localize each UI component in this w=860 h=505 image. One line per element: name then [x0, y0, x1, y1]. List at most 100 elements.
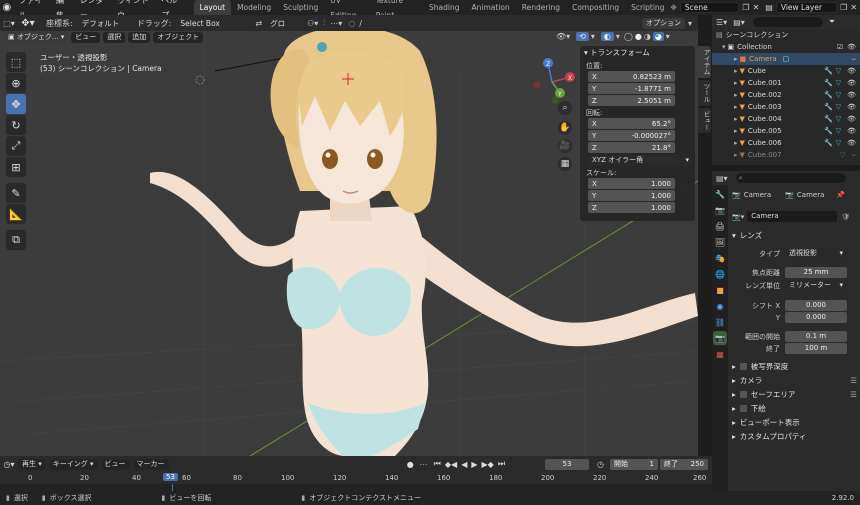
texture-tab-icon[interactable]: ▦ — [713, 347, 727, 361]
tab-layout[interactable]: Layout — [193, 0, 232, 15]
filter-icon[interactable]: ⏷ — [829, 17, 835, 27]
current-frame-marker[interactable]: 53 — [163, 473, 178, 481]
viewport-display-panel-header[interactable]: ▸ ビューポート表示 — [732, 417, 800, 428]
expand-icon[interactable]: ▸ — [734, 55, 738, 63]
location-x-field[interactable]: X 0.82523 m — [588, 71, 675, 82]
menu-add[interactable]: 追加 — [128, 32, 151, 43]
frame-start-field[interactable]: 開始 1 — [610, 458, 658, 470]
outliner-item-cube-007[interactable]: ▸ ▼ Cube.007 ▽ ⌣ — [712, 149, 860, 161]
eye-icon[interactable]: 👁 — [847, 127, 856, 135]
scale-x-field[interactable]: X 1.000 — [588, 178, 675, 189]
physics-tab-icon[interactable]: ◉ — [713, 299, 727, 313]
expand-icon[interactable]: ▸ — [734, 91, 738, 99]
xray-icon[interactable]: ▾ — [616, 32, 620, 41]
pan-hand-icon[interactable]: ✋ — [558, 121, 572, 135]
scale-z-field[interactable]: Z 1.000 — [588, 202, 675, 213]
eye-icon[interactable]: 👁 — [847, 67, 856, 75]
tab-modeling[interactable]: Modeling — [231, 0, 277, 15]
pin-icon[interactable]: 📌 — [836, 191, 845, 199]
expand-icon[interactable]: ▸ — [734, 103, 738, 111]
background-images-checkbox[interactable] — [739, 405, 747, 412]
menu-playback[interactable]: 再生 ▾ — [18, 458, 46, 470]
outliner-search[interactable] — [752, 17, 823, 27]
jump-end-icon[interactable]: ⏭ — [498, 459, 505, 469]
scene-tab-icon[interactable]: 🎭 — [713, 251, 727, 265]
rotation-x-field[interactable]: X 65.2° — [588, 118, 675, 129]
measure-tool-icon[interactable]: 📐 — [6, 204, 26, 224]
outliner-item-cube-006[interactable]: ▸ ▼ Cube.006 🔧 ▽ 👁 — [712, 137, 860, 149]
copy-layer-icon[interactable]: ❐ — [840, 3, 847, 12]
orientation-select[interactable]: グロー... — [265, 17, 304, 38]
menu-object[interactable]: オブジェクト — [153, 32, 204, 43]
tab-animation[interactable]: Animation — [466, 0, 516, 15]
clip-start-field[interactable]: 0.1 m — [785, 331, 847, 342]
expand-icon[interactable]: ▸ — [734, 115, 738, 123]
tab-view[interactable]: ビュー — [698, 107, 711, 133]
camera-browse-icon[interactable]: 📷▾ — [732, 213, 744, 221]
coord-select[interactable]: デフォルト — [76, 17, 131, 29]
fake-user-icon[interactable]: 🛡 — [841, 213, 850, 221]
shading-options-icon[interactable]: ▾ — [666, 32, 670, 41]
timeline-editor-icon[interactable]: ◷▾ — [0, 460, 18, 469]
world-tab-icon[interactable]: 🌐 — [713, 267, 727, 281]
scene-collection-row[interactable]: ▤ シーンコレクション — [712, 29, 860, 41]
perspective-toggle-icon[interactable]: ▦ — [558, 157, 572, 171]
overlay-icon[interactable]: ▾ — [591, 32, 595, 41]
expand-icon[interactable]: ▸ — [734, 67, 738, 75]
options-button[interactable]: オプション — [641, 17, 685, 29]
annotate-tool-icon[interactable]: ✎ — [6, 183, 26, 203]
tab-compositing[interactable]: Compositing — [566, 0, 625, 15]
type-select[interactable]: 透視投影 ▾ — [785, 248, 847, 259]
visibility-icon[interactable]: 👁▾ — [556, 32, 570, 41]
outliner-item-cube-005[interactable]: ▸ ▼ Cube.005 🔧 ▽ 👁 — [712, 125, 860, 137]
prev-keyframe-icon[interactable]: ◆◀ — [445, 460, 457, 469]
autokey-options-icon[interactable]: ⋯ — [420, 460, 428, 469]
proportional-falloff-icon[interactable]: ∕ — [359, 19, 362, 28]
location-z-field[interactable]: Z 2.5051 m — [588, 95, 675, 106]
close-scene-icon[interactable]: ✕ — [753, 3, 760, 12]
3d-viewport[interactable]: ユーザー・透視投影 (53) シーンコレクション | Camera ▣ オブジェ… — [0, 31, 698, 456]
overlays-toggle-icon[interactable]: ◐ — [600, 32, 614, 41]
expand-icon[interactable]: ▾ — [722, 43, 726, 51]
select-box-tool-icon[interactable]: ⬚ — [6, 52, 26, 72]
play-reverse-icon[interactable]: ◀ — [461, 460, 467, 469]
outliner-item-cube-001[interactable]: ▸ ▼ Cube.001 🔧 ▽ 👁 — [712, 77, 860, 89]
camera-view-icon[interactable]: 🎥 — [558, 139, 572, 153]
collection-row[interactable]: ▾ ▣ Collection ☑ 👁 — [712, 41, 860, 53]
constraint-tab-icon[interactable]: ⛓ — [713, 315, 727, 329]
eye-icon[interactable]: 👁 — [847, 79, 856, 87]
camera-data-tab-icon[interactable]: 📷 — [713, 331, 727, 345]
rotation-y-field[interactable]: Y -0.000027° — [588, 130, 675, 141]
move-tool-icon[interactable]: ✥ — [6, 94, 26, 114]
properties-type-icon[interactable]: ▤▾ — [716, 174, 728, 183]
close-layer-icon[interactable]: ✕ — [850, 3, 857, 12]
transform-icon[interactable]: ✥▾ — [18, 18, 38, 29]
rotation-mode-select[interactable]: XYZ オイラー角 ▾ — [588, 155, 693, 166]
expand-icon[interactable]: ▸ — [734, 151, 738, 159]
expand-icon[interactable]: ▸ — [734, 79, 738, 87]
outliner-type-icon[interactable]: ☰▾ — [716, 18, 727, 27]
lens-panel-header[interactable]: ▾ レンズ — [732, 230, 762, 241]
object-tab-icon[interactable]: ■ — [713, 283, 727, 297]
dof-checkbox[interactable] — [739, 363, 747, 370]
link-icon[interactable]: ⚇▾ — [307, 19, 318, 28]
checkbox-icon[interactable]: ☑ — [837, 43, 843, 51]
snap-target-icon[interactable]: ⋯▾ — [330, 19, 342, 28]
next-keyframe-icon[interactable]: ▶◆ — [482, 460, 494, 469]
play-icon[interactable]: ▶ — [471, 460, 477, 469]
eye-icon[interactable]: ⌣ — [851, 151, 856, 160]
outliner-item-cube-003[interactable]: ▸ ▼ Cube.003 🔧 ▽ 👁 — [712, 101, 860, 113]
snap-icon[interactable]: ⫶ — [323, 18, 325, 28]
menu-select[interactable]: 選択 — [103, 32, 126, 43]
expand-icon[interactable]: ▸ — [734, 139, 738, 147]
navigation-gizmo[interactable]: X Z Y — [525, 55, 580, 110]
tab-shading[interactable]: Shading — [423, 0, 465, 15]
list-menu-icon[interactable]: ☰ — [850, 390, 857, 399]
outliner-item-cube-002[interactable]: ▸ ▼ Cube.002 🔧 ▽ 👁 — [712, 89, 860, 101]
wireframe-shading-icon[interactable]: ◯ — [624, 32, 633, 41]
filter-mode-icon[interactable]: ▤▾ — [733, 18, 745, 27]
current-frame-field[interactable]: 53 — [545, 458, 590, 470]
properties-search[interactable]: ⌕ — [735, 173, 846, 183]
eye-icon[interactable]: 👁 — [847, 115, 856, 123]
data-block-field[interactable]: Camera — [747, 211, 838, 222]
